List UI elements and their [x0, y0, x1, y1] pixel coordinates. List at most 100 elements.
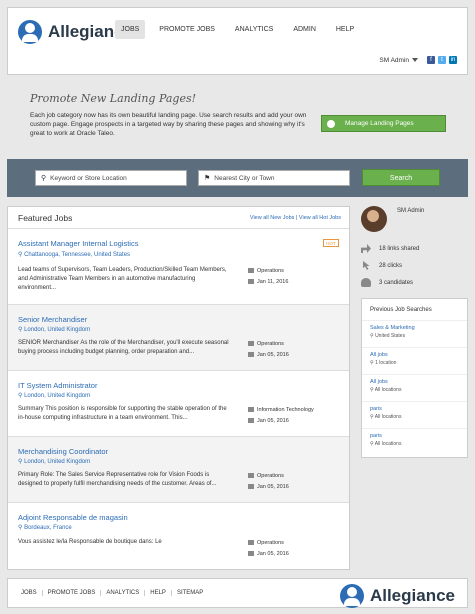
job-category: Operations [257, 540, 284, 546]
previous-search-location: ⚲ All locations [370, 387, 402, 393]
previous-search-item[interactable]: Sales & Marketing ⚲ United States [362, 321, 467, 348]
job-title[interactable]: Senior Merchandiser [18, 315, 87, 324]
location-input[interactable]: ⚑ Nearest City or Town [198, 170, 350, 186]
previous-search-location-text: 1 location [375, 360, 397, 366]
linkedin-icon[interactable]: in [449, 56, 457, 64]
job-title[interactable]: Adjoint Responsable de magasin [18, 513, 128, 522]
previous-search-location: ⚲ 1 location [370, 360, 397, 366]
featured-jobs-panel: Featured Jobs View all New Jobs | View a… [7, 206, 350, 570]
job-description: SENIOR Merchandiser As the role of the M… [18, 340, 229, 355]
map-pin-icon: ⚑ [204, 175, 211, 182]
nav-help[interactable]: HELP [330, 20, 360, 39]
profile-sidebar: SM Admin 18 links shared 28 clicks 3 can… [361, 206, 468, 287]
twitter-icon[interactable]: t [438, 56, 446, 64]
profile-name: SM Admin [397, 208, 425, 214]
job-location[interactable]: ⚲ Chattanooga, Tennessee, United States [18, 251, 130, 258]
footer-help-link[interactable]: HELP [145, 590, 172, 596]
job-title[interactable]: IT System Administrator [18, 381, 97, 390]
previous-search-keyword[interactable]: All jobs [370, 379, 459, 385]
footer-analytics-link[interactable]: ANALYTICS [101, 590, 146, 596]
featured-jobs-title: Featured Jobs [18, 213, 73, 223]
view-new-jobs-link[interactable]: View all New Jobs [250, 215, 295, 221]
previous-search-location: ⚲ United States [370, 333, 406, 339]
job-location-text: Bordeaux, France [24, 525, 72, 531]
promo-title: Promote New Landing Pages! [30, 92, 197, 105]
person-icon [361, 278, 371, 287]
previous-search-keyword[interactable]: Sales & Marketing [370, 325, 459, 331]
briefcase-icon [248, 407, 254, 413]
profile-card: SM Admin [361, 206, 468, 236]
job-meta: Information Technology Jan 05, 2016 [248, 405, 314, 427]
job-meta: Operations Jan 11, 2016 [248, 266, 288, 288]
job-card[interactable]: Assistant Manager Internal Logistics HOT… [8, 229, 349, 305]
job-category: Operations [257, 268, 284, 274]
previous-search-item[interactable]: All jobs ⚲ All locations [362, 375, 467, 402]
job-description: Primary Role: The Sales Service Represen… [18, 472, 217, 487]
job-date: Jan 05, 2016 [257, 484, 289, 490]
hot-badge: HOT [323, 239, 339, 247]
previous-search-item[interactable]: paris ⚲ All locations [362, 429, 467, 456]
nav-analytics[interactable]: ANALYTICS [229, 20, 279, 39]
previous-searches-title: Previous Job Searches [362, 299, 467, 321]
job-location[interactable]: ⚲ London, United Kingdom [18, 458, 90, 465]
job-card[interactable]: Senior Merchandiser ⚲ London, United Kin… [8, 305, 349, 371]
calendar-icon [248, 352, 254, 358]
previous-search-keyword[interactable]: paris [370, 433, 459, 439]
calendar-icon [248, 551, 254, 557]
clicks-text: 28 clicks [379, 262, 403, 269]
job-title[interactable]: Merchandising Coordinator [18, 447, 108, 456]
footer-promote-jobs-link[interactable]: PROMOTE JOBS [43, 590, 102, 596]
footer-jobs-link[interactable]: JOBS [16, 590, 43, 596]
facebook-icon[interactable]: f [427, 56, 435, 64]
links-shared-text: 18 links shared [379, 245, 420, 252]
job-date: Jan 05, 2016 [257, 352, 289, 358]
previous-search-keyword[interactable]: paris [370, 406, 459, 412]
avatar[interactable] [361, 206, 387, 232]
footer: JOBS PROMOTE JOBS ANALYTICS HELP SITEMAP… [7, 578, 468, 608]
previous-search-location: ⚲ All locations [370, 441, 402, 447]
job-card[interactable]: Adjoint Responsable de magasin ⚲ Bordeau… [8, 503, 349, 569]
view-hot-jobs-link[interactable]: View all Hot Jobs [299, 215, 341, 221]
briefcase-icon [248, 473, 254, 479]
job-description: Lead teams of Supervisors, Team Leaders,… [18, 267, 227, 291]
job-card[interactable]: IT System Administrator ⚲ London, United… [8, 371, 349, 437]
keyword-input[interactable]: ⚲ Keyword or Store Location [35, 170, 187, 186]
job-description: Summary This position is responsible for… [18, 406, 227, 421]
search-button[interactable]: Search [362, 169, 440, 186]
nav-jobs[interactable]: JOBS [115, 20, 146, 39]
featured-links: View all New Jobs | View all Hot Jobs [249, 215, 341, 221]
job-location[interactable]: ⚲ London, United Kingdom [18, 326, 90, 333]
job-category: Information Technology [257, 407, 314, 413]
candidates-stat: 3 candidates [361, 278, 468, 287]
previous-search-location-text: All locations [374, 387, 402, 393]
job-meta: Operations Jan 05, 2016 [248, 538, 289, 560]
job-date: Jan 05, 2016 [257, 551, 289, 557]
job-location[interactable]: ⚲ London, United Kingdom [18, 392, 90, 399]
job-category: Operations [257, 473, 284, 479]
nav-promote-jobs[interactable]: PROMOTE JOBS [153, 20, 221, 39]
candidates-text: 3 candidates [379, 279, 414, 286]
footer-sitemap-link[interactable]: SITEMAP [172, 590, 208, 596]
job-location-text: London, United Kingdom [24, 459, 91, 465]
manage-landing-pages-label: Manage Landing Pages [345, 120, 414, 127]
promo-section: Promote New Landing Pages! Each job cate… [30, 92, 320, 138]
manage-landing-pages-button[interactable]: Manage Landing Pages [321, 115, 446, 132]
job-card[interactable]: Merchandising Coordinator ⚲ London, Unit… [8, 437, 349, 503]
job-location-text: London, United Kingdom [24, 393, 91, 399]
footer-logo[interactable]: Allegiance [339, 584, 455, 608]
person-logo-icon [18, 20, 42, 44]
job-location[interactable]: ⚲ Bordeaux, France [18, 524, 72, 531]
previous-search-item[interactable]: paris ⚲ All locations [362, 402, 467, 429]
previous-search-item[interactable]: All jobs ⚲ 1 location [362, 348, 467, 375]
previous-search-location: ⚲ All locations [370, 414, 402, 420]
previous-search-keyword[interactable]: All jobs [370, 352, 459, 358]
clicks-stat: 28 clicks [361, 261, 468, 270]
calendar-icon [248, 418, 254, 424]
user-menu[interactable]: SM Admin f t in [379, 56, 457, 64]
job-title[interactable]: Assistant Manager Internal Logistics [18, 239, 138, 248]
previous-searches-panel: Previous Job Searches Sales & Marketing … [361, 298, 468, 458]
user-name: SM Admin [379, 56, 409, 64]
job-date: Jan 05, 2016 [257, 418, 289, 424]
nav-admin[interactable]: ADMIN [287, 20, 322, 39]
featured-jobs-header: Featured Jobs View all New Jobs | View a… [8, 207, 349, 229]
